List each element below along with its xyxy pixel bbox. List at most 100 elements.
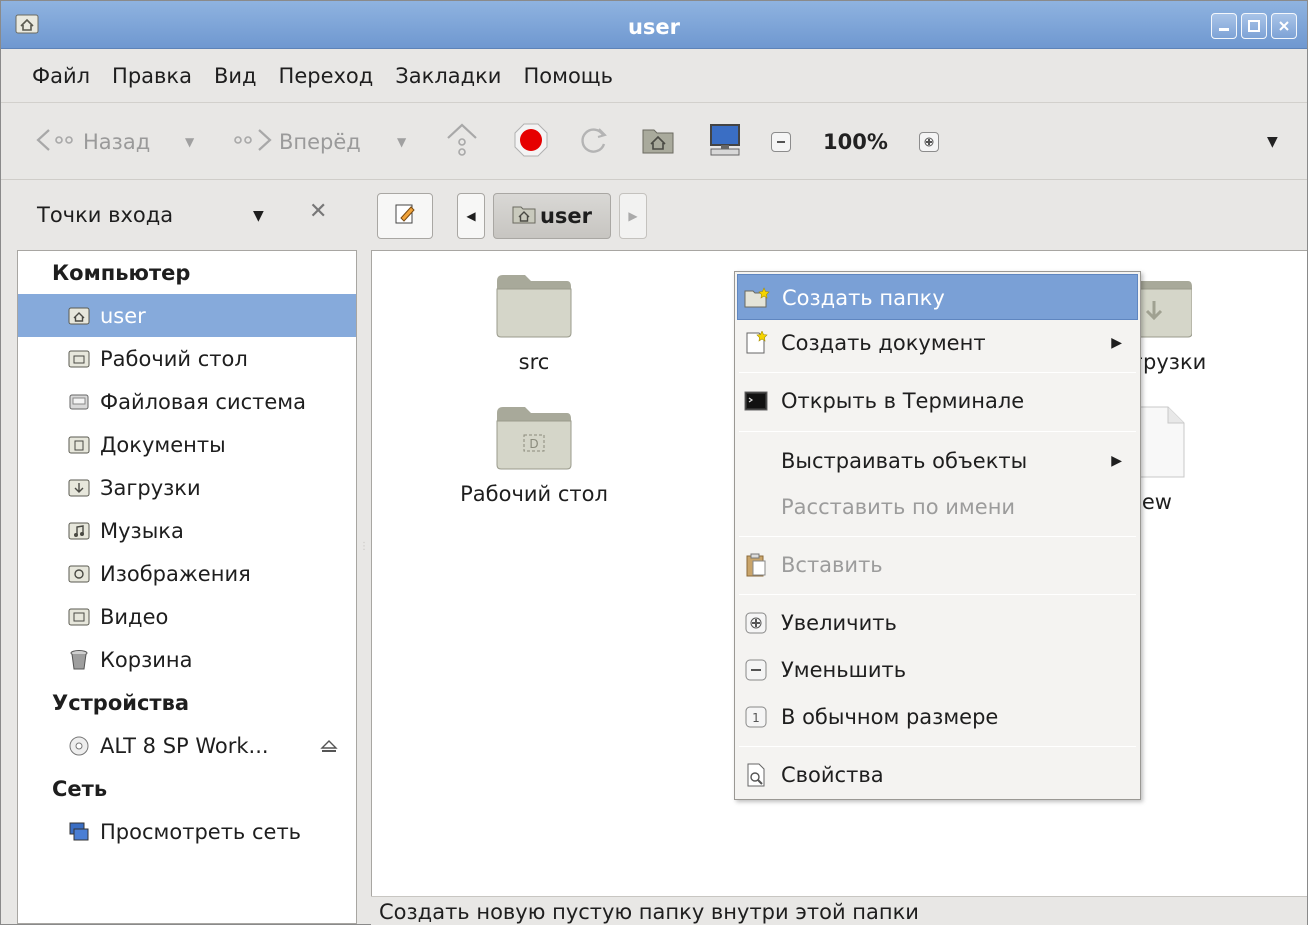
back-history-dropdown[interactable]: ▼	[185, 104, 194, 180]
zoom-level: 100%	[823, 104, 888, 180]
sidebar-item-label: Рабочий стол	[100, 346, 248, 371]
sidebar-header: Точки входа ▼ ✕	[1, 181, 367, 249]
menu-help[interactable]: Помощь	[512, 64, 624, 88]
sidebar-item-downloads[interactable]: Загрузки	[18, 466, 356, 509]
sidebar-item-label: Корзина	[100, 647, 193, 672]
file-label: грузки	[1132, 350, 1207, 374]
sidebar-item-documents[interactable]: Документы	[18, 423, 356, 466]
menu-separator	[739, 746, 1136, 747]
menu-item-open-terminal[interactable]: Открыть в Терминале	[737, 378, 1138, 424]
menu-bar: Файл Правка Вид Переход Закладки Помощь	[1, 49, 1307, 103]
menu-item-label: Увеличить	[781, 611, 897, 635]
zoom-level-label: 100%	[823, 130, 888, 154]
chevron-down-icon: ▼	[1267, 134, 1278, 150]
menu-separator	[739, 372, 1136, 373]
maximize-icon[interactable]	[1241, 13, 1267, 39]
window-title: user	[627, 15, 681, 39]
menu-item-properties[interactable]: Свойства	[737, 752, 1138, 798]
menu-item-arrange-items[interactable]: Выстраивать объекты ▶	[737, 438, 1138, 484]
menu-bookmarks[interactable]: Закладки	[384, 64, 512, 88]
computer-icon	[707, 123, 743, 162]
path-scroll-left-button[interactable]: ◀	[457, 193, 485, 239]
file-label: iew	[1136, 490, 1172, 514]
sidebar-item-label: Загрузки	[100, 475, 201, 500]
sidebar-item-trash[interactable]: Корзина	[18, 638, 356, 681]
path-scroll-right-button[interactable]: ▶	[619, 193, 647, 239]
sidebar-places: Компьютер user Рабочий стол Файловая сис…	[17, 250, 357, 924]
sidebar-item-label: Просмотреть сеть	[100, 819, 302, 844]
zoom-in-icon	[743, 611, 769, 635]
menu-item-label: Создать папку	[782, 286, 945, 310]
sidebar-mode-label[interactable]: Точки входа	[37, 203, 173, 227]
drive-icon	[68, 391, 90, 413]
sidebar-item-browse-network[interactable]: Просмотреть сеть	[18, 810, 356, 853]
forward-button[interactable]: Вперёд	[233, 104, 361, 180]
up-button[interactable]	[445, 104, 479, 180]
close-icon[interactable]	[1271, 13, 1297, 39]
breadcrumb-user[interactable]: user	[493, 193, 611, 239]
home-button[interactable]	[641, 104, 675, 180]
section-heading-computer: Компьютер	[52, 260, 191, 285]
toolbar-overflow-button[interactable]: ▼	[1267, 104, 1278, 180]
forward-label: Вперёд	[279, 130, 361, 154]
file-item-src[interactable]: src	[494, 273, 574, 374]
network-icon	[68, 821, 90, 843]
menu-item-normal-size[interactable]: 1 В обычном размере	[737, 694, 1138, 740]
zoom-out-button[interactable]	[771, 104, 791, 180]
menu-item-zoom-in[interactable]: Увеличить	[737, 600, 1138, 646]
eject-icon[interactable]	[320, 736, 338, 760]
documents-folder-icon	[68, 434, 90, 456]
menu-item-arrange-by-name[interactable]: Расставить по имени	[737, 484, 1138, 530]
menu-item-label: Вставить	[781, 553, 883, 577]
zoom-in-button[interactable]	[919, 104, 939, 180]
menu-view[interactable]: Вид	[203, 64, 268, 88]
menu-item-create-folder[interactable]: Создать папку	[737, 274, 1138, 320]
desktop-folder-icon: D	[495, 405, 573, 476]
menu-edit[interactable]: Правка	[101, 64, 203, 88]
menu-item-label: Выстраивать объекты	[781, 449, 1028, 473]
sidebar-item-video[interactable]: Видео	[18, 595, 356, 638]
menu-go[interactable]: Переход	[268, 64, 385, 88]
pane-splitter-handle[interactable]: ⋮	[359, 541, 369, 552]
sidebar-item-label: Файловая система	[100, 389, 307, 414]
sidebar-item-pictures[interactable]: Изображения	[18, 552, 356, 595]
sidebar-mode-dropdown-icon[interactable]: ▼	[253, 208, 264, 224]
menu-item-label: Свойства	[781, 763, 884, 787]
sidebar-item-filesystem[interactable]: Файловая система	[18, 380, 356, 423]
stop-button[interactable]	[513, 104, 549, 180]
reload-button[interactable]	[579, 104, 609, 180]
video-folder-icon	[68, 606, 90, 628]
sidebar-item-desktop[interactable]: Рабочий стол	[18, 337, 356, 380]
home-folder-icon	[641, 125, 675, 160]
downloads-folder-icon	[68, 477, 90, 499]
sidebar-item-user[interactable]: user	[18, 294, 356, 337]
toggle-location-entry-button[interactable]	[377, 193, 433, 239]
zoom-reset-icon: 1	[743, 705, 769, 729]
svg-text:1: 1	[752, 711, 760, 725]
forward-history-dropdown[interactable]: ▼	[397, 104, 406, 180]
optical-disc-icon	[68, 735, 90, 757]
file-label: src	[518, 350, 550, 374]
edit-pencil-icon	[394, 203, 416, 230]
menu-item-zoom-out[interactable]: Уменьшить	[737, 647, 1138, 693]
sidebar-item-music[interactable]: Музыка	[18, 509, 356, 552]
sidebar-item-optical-disc[interactable]: ALT 8 SP Work...	[18, 724, 356, 767]
file-item-new[interactable]: iew	[1136, 405, 1216, 514]
computer-button[interactable]	[707, 104, 743, 180]
toolbar: Назад ▼ Вперёд ▼ 100% ▼	[1, 104, 1307, 180]
sidebar-close-icon[interactable]: ✕	[309, 199, 327, 224]
menu-separator	[739, 594, 1136, 595]
home-icon	[68, 305, 90, 327]
title-bar[interactable]: user	[1, 1, 1307, 49]
section-heading-devices: Устройства	[52, 690, 190, 715]
back-button[interactable]: Назад	[35, 104, 150, 180]
file-item-desktop[interactable]: D Рабочий стол	[454, 405, 614, 506]
menu-item-create-document[interactable]: Создать документ ▶	[737, 320, 1138, 366]
zoom-out-icon	[743, 658, 769, 682]
submenu-arrow-icon: ▶	[1111, 335, 1122, 351]
minimize-icon[interactable]	[1211, 13, 1237, 39]
menu-file[interactable]: Файл	[21, 64, 101, 88]
file-label: Рабочий стол	[460, 482, 608, 506]
menu-item-paste[interactable]: Вставить	[737, 542, 1138, 588]
stop-icon	[513, 122, 549, 163]
